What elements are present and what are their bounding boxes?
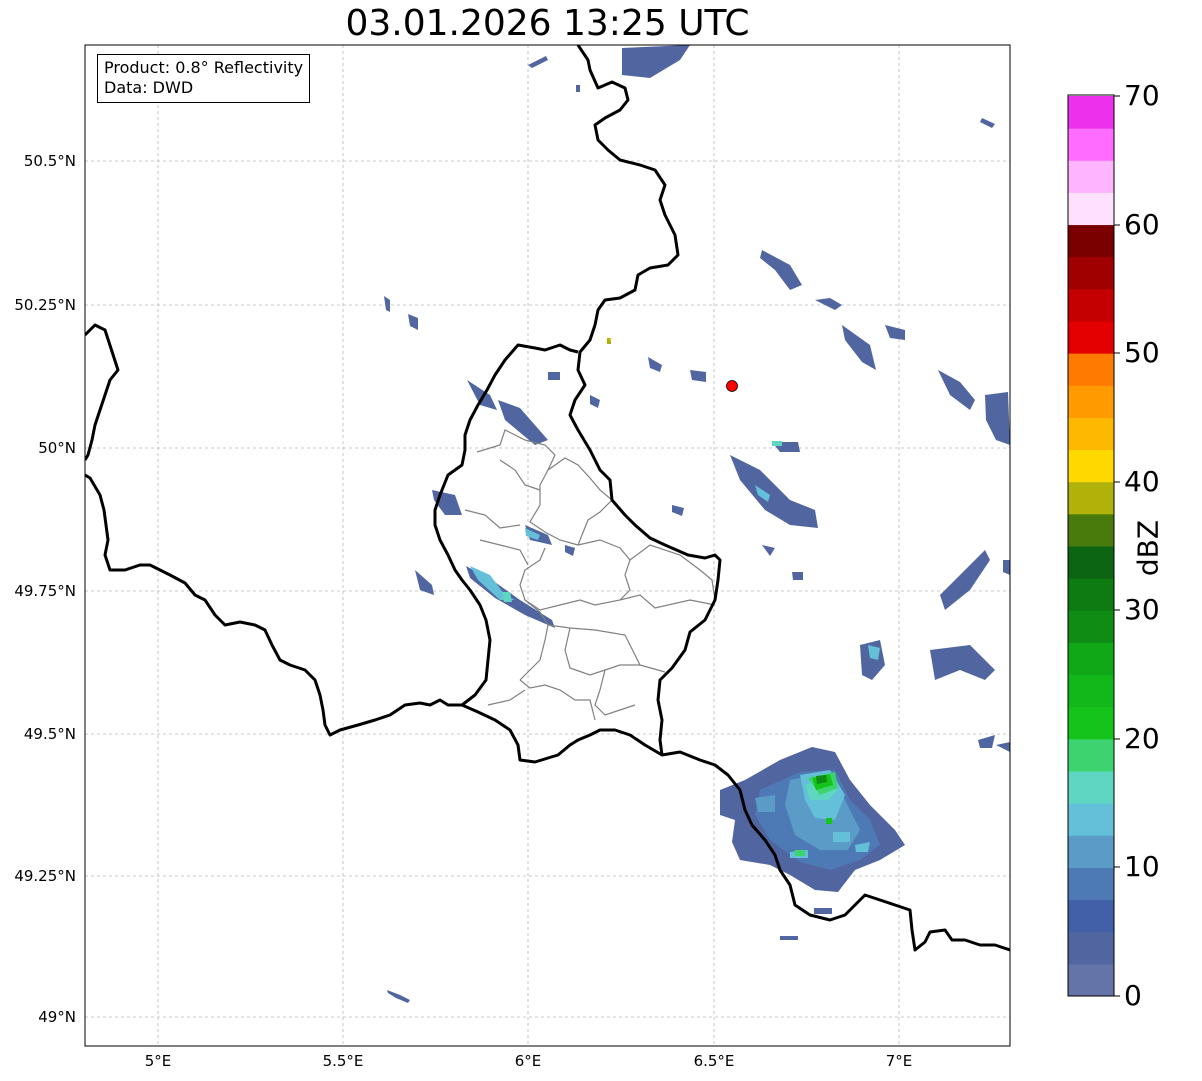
lon-label: 6.5°E xyxy=(693,1052,735,1070)
colorbar-segment xyxy=(1068,513,1114,547)
colorbar xyxy=(1068,96,1114,997)
colorbar-segment xyxy=(1068,706,1114,740)
colorbar-segment xyxy=(1068,899,1114,933)
product-label: Product: 0.8° Reflectivity xyxy=(104,58,304,77)
radar-map xyxy=(84,44,1120,1047)
lon-label: 5°E xyxy=(144,1052,172,1070)
lon-label: 5.5°E xyxy=(322,1052,364,1070)
colorbar-tick-label: 20 xyxy=(1124,722,1160,755)
colorbar-segment xyxy=(1068,642,1114,676)
lat-label: 50.25°N xyxy=(14,296,76,314)
radar-echoes xyxy=(384,45,1010,1003)
colorbar-tick-label: 60 xyxy=(1124,208,1160,241)
colorbar-tick-label: 30 xyxy=(1124,593,1160,626)
lat-label: 49°N xyxy=(38,1008,76,1026)
colorbar-segment xyxy=(1068,192,1114,226)
colorbar-segment xyxy=(1068,128,1114,161)
colorbar-segment xyxy=(1068,353,1114,386)
colorbar-segment xyxy=(1068,321,1114,354)
district-boundaries xyxy=(464,429,716,721)
radar-site-marker xyxy=(726,380,738,392)
lat-label: 49.25°N xyxy=(14,867,76,885)
colorbar-segment xyxy=(1068,256,1114,290)
colorbar-tick-label: 50 xyxy=(1124,336,1160,369)
lat-label: 50°N xyxy=(38,439,76,457)
colorbar-segment xyxy=(1068,771,1114,804)
lon-label: 6°E xyxy=(514,1052,542,1070)
colorbar-segment xyxy=(1068,931,1114,965)
lat-label: 49.75°N xyxy=(14,582,76,600)
colorbar-segment xyxy=(1068,224,1114,258)
colorbar-segment xyxy=(1068,546,1114,579)
colorbar-segment xyxy=(1068,867,1114,901)
lat-label: 49.5°N xyxy=(23,725,76,743)
colorbar-tick-label: 10 xyxy=(1124,850,1160,883)
colorbar-unit-label: dBZ xyxy=(1131,519,1165,577)
lat-label: 50.5°N xyxy=(23,152,76,170)
colorbar-segment xyxy=(1068,288,1114,322)
colorbar-segment xyxy=(1068,835,1114,868)
colorbar-tick-label: 40 xyxy=(1124,465,1160,498)
colorbar-ticks xyxy=(1114,95,1120,997)
colorbar-segment xyxy=(1068,417,1114,451)
colorbar-tick-label: 70 xyxy=(1124,79,1160,112)
product-info-box: Product: 0.8° Reflectivity Data: DWD xyxy=(97,54,311,103)
colorbar-tick-label: 0 xyxy=(1124,979,1142,1012)
colorbar-segment xyxy=(1068,963,1114,997)
colorbar-segment xyxy=(1068,674,1114,708)
colorbar-segment xyxy=(1068,481,1114,515)
colorbar-segment xyxy=(1068,578,1114,611)
colorbar-segment xyxy=(1068,449,1114,483)
lon-label: 7°E xyxy=(885,1052,913,1070)
colorbar-segment xyxy=(1068,96,1114,129)
colorbar-segment xyxy=(1068,160,1114,193)
colorbar-segment xyxy=(1068,385,1114,418)
colorbar-segment xyxy=(1068,803,1114,836)
colorbar-segment xyxy=(1068,738,1114,772)
colorbar-segment xyxy=(1068,610,1114,643)
data-source-label: Data: DWD xyxy=(104,78,194,97)
